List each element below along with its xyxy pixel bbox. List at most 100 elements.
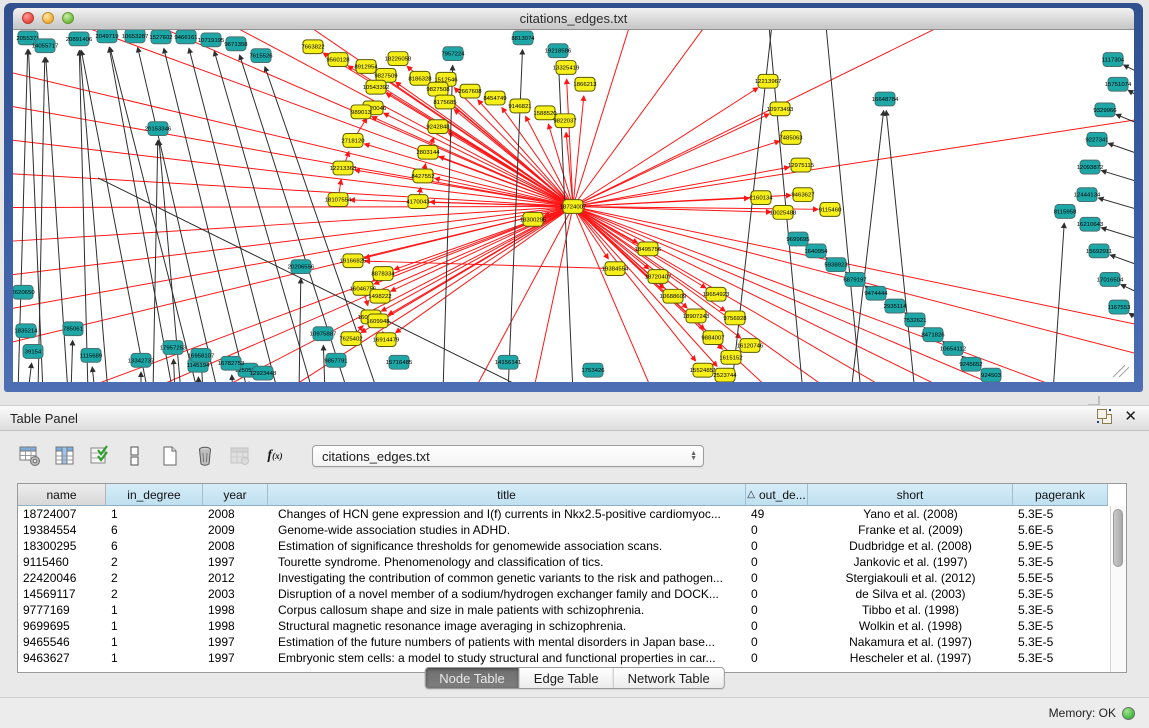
table-cell[interactable]: Corpus callosum shape and size in male p… [268,602,746,618]
table-cell[interactable]: 6 [106,522,203,538]
table-cell[interactable]: de Silva et al. (2003) [808,586,1013,602]
table-cell[interactable]: 2012 [203,570,268,586]
graph-edge[interactable] [53,30,573,206]
table-cell[interactable]: 18724007 [18,506,106,522]
table-mode-icon[interactable] [18,444,42,468]
column-header-pagerank[interactable]: pagerank [1013,484,1108,506]
table-cell[interactable]: Hescheler et al. (1997) [808,650,1013,666]
table-cell[interactable]: 0 [746,602,808,618]
graph-edge[interactable] [214,51,313,382]
row-height-icon[interactable] [123,444,147,468]
graph-edge[interactable] [1108,143,1134,157]
table-cell[interactable]: 9465546 [18,634,106,650]
table-cell[interactable]: Stergiakouli et al. (2012) [808,570,1013,586]
graph-edge[interactable] [13,206,573,241]
table-cell[interactable]: 1997 [203,554,268,570]
table-cell[interactable]: 1997 [203,650,268,666]
zoom-button[interactable] [62,12,74,24]
table-cell[interactable]: 2009 [203,522,268,538]
table-cell[interactable]: 5.5E-5 [1013,570,1108,586]
close-panel-icon[interactable]: ✕ [1124,409,1137,424]
table-row[interactable]: 1830029562008Estimation of significance … [18,538,1126,554]
table-cell[interactable]: Wolkin et al. (1998) [808,618,1013,634]
tab-node-table[interactable]: Node Table [425,668,520,688]
graph-edge[interactable] [1099,198,1134,212]
table-cell[interactable]: Nakamura et al. (1997) [808,634,1013,650]
table-row[interactable]: 946362711997Embryonic stem cells: a mode… [18,650,1126,666]
table-cell[interactable]: Estimation of the future numbers of pati… [268,634,746,650]
graph-edge[interactable] [1101,228,1134,242]
column-header-title[interactable]: title [268,484,746,506]
memory-status-icon[interactable] [1122,707,1135,720]
table-cell[interactable]: 22420046 [18,570,106,586]
table-cell[interactable]: Tourette syndrome. Phenomenology and cla… [268,554,746,570]
table-cell[interactable]: 9463627 [18,650,106,666]
table-cell[interactable]: Yano et al. (2008) [808,506,1013,522]
table-cell[interactable]: 5.3E-5 [1013,586,1108,602]
table-cell[interactable]: 9699695 [18,618,106,634]
graph-edge[interactable] [38,58,45,382]
table-cell[interactable]: 6 [106,538,203,554]
graph-edge[interactable] [573,206,1134,325]
new-column-icon[interactable] [158,444,182,468]
delete-column-icon[interactable] [193,444,217,468]
table-cell[interactable]: Tibbo et al. (1998) [808,602,1013,618]
graph-edge[interactable] [559,63,573,382]
tab-edge-table[interactable]: Edge Table [520,668,614,688]
table-cell[interactable]: 1 [106,618,203,634]
table-cell[interactable]: 5.3E-5 [1013,602,1108,618]
column-header-name[interactable]: name [18,484,106,506]
graph-edge[interactable] [1053,223,1064,382]
table-cell[interactable]: 1 [106,506,203,522]
table-cell[interactable]: 9777169 [18,602,106,618]
graph-edge[interactable] [138,47,218,382]
table-cell[interactable]: 0 [746,554,808,570]
graph-edge[interactable] [443,65,453,382]
graph-edge[interactable] [109,48,173,382]
table-cell[interactable]: 0 [746,634,808,650]
table-row[interactable]: 1872400712008Changes of HCN gene express… [18,506,1126,522]
table-cell[interactable]: 5.3E-5 [1013,506,1108,522]
table-cell[interactable]: Dudbridge et al. (2008) [808,538,1013,554]
table-row[interactable]: 2242004622012Investigating the contribut… [18,570,1126,586]
function-builder-icon[interactable]: f(x) [263,444,287,468]
table-vertical-scrollbar[interactable] [1110,506,1126,672]
table-cell[interactable]: 0 [746,618,808,634]
table-cell[interactable]: 1 [106,650,203,666]
table-cell[interactable]: Disruption of a novel member of a sodium… [268,586,746,602]
graph-edge[interactable] [92,367,95,382]
table-cell[interactable]: 5.3E-5 [1013,650,1108,666]
network-table-selector[interactable]: citations_edges.txt ▲▼ [312,445,704,467]
table-cell[interactable]: 9115460 [18,554,106,570]
table-cell[interactable]: Investigating the contribution of common… [268,570,746,586]
table-row[interactable]: 1938455462009Genome-wide association stu… [18,522,1126,538]
close-button[interactable] [22,12,34,24]
float-panel-icon[interactable] [1097,409,1112,424]
table-cell[interactable]: 5.6E-5 [1013,522,1108,538]
table-cell[interactable]: Embryonic stem cells: a model to study s… [268,650,746,666]
table-cell[interactable]: 2008 [203,538,268,554]
table-row[interactable]: 1456911722003Disruption of a novel membe… [18,586,1126,602]
graph-edge[interactable] [81,50,148,382]
table-cell[interactable]: 49 [746,506,808,522]
graph-edge[interactable] [232,375,233,382]
table-cell[interactable]: 1 [106,634,203,650]
graph-edge[interactable] [573,119,1134,207]
table-cell[interactable]: 0 [746,538,808,554]
import-table-icon[interactable] [228,444,252,468]
table-cell[interactable]: 5.3E-5 [1013,554,1108,570]
table-cell[interactable]: 0 [746,570,808,586]
table-cell[interactable]: 5.3E-5 [1013,634,1108,650]
graph-edge[interactable] [1110,255,1134,269]
graph-edge[interactable] [1124,65,1134,77]
graph-edge[interactable] [299,278,301,382]
graph-edge[interactable] [573,206,653,382]
table-cell[interactable]: 1 [106,602,203,618]
column-header-short[interactable]: short [808,484,1013,506]
graph-edge[interactable] [13,206,573,207]
graph-edge[interactable] [198,377,199,382]
graph-edge[interactable] [80,51,108,382]
table-cell[interactable]: Structural magnetic resonance image aver… [268,618,746,634]
column-header-in_degree[interactable]: in_degree [106,484,203,506]
network-canvas[interactable]: 1872400776638229560128891295418226058982… [13,30,1134,382]
